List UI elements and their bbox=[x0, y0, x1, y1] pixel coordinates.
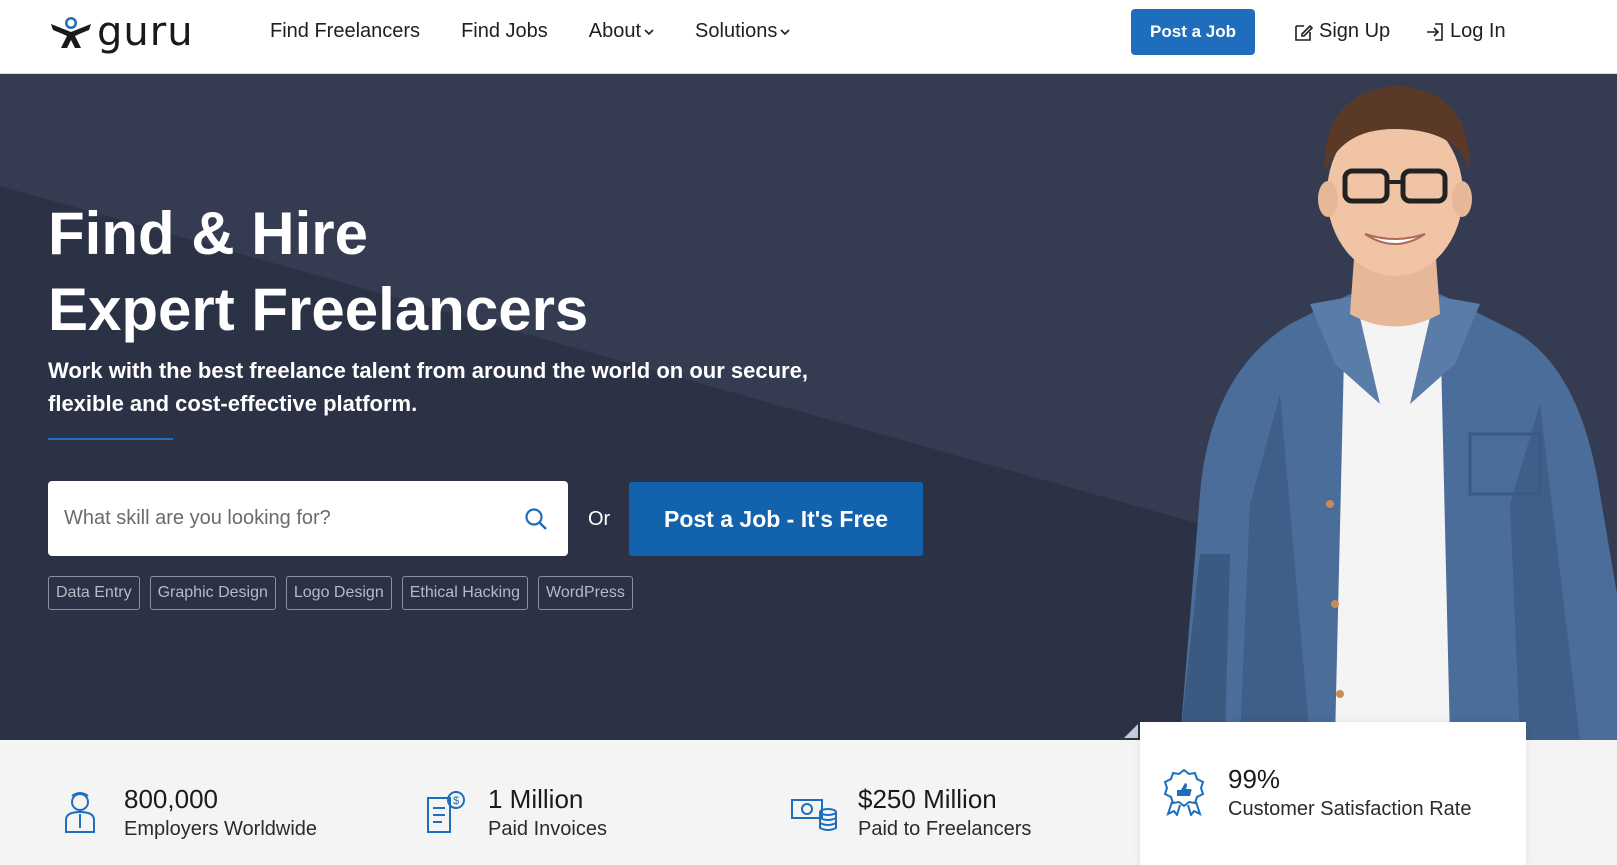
skill-search-input[interactable] bbox=[48, 488, 488, 549]
stat-satisfaction: 99% Customer Satisfaction Rate bbox=[1160, 764, 1471, 821]
log-in-link[interactable]: Log In bbox=[1424, 20, 1506, 43]
tag-data-entry[interactable]: Data Entry bbox=[48, 576, 140, 610]
stat-value: 99% bbox=[1228, 764, 1281, 794]
main-nav: Find Freelancers Find Jobs About Solutio… bbox=[270, 20, 831, 43]
sign-up-label: Sign Up bbox=[1319, 20, 1391, 42]
sign-up-link[interactable]: Sign Up bbox=[1293, 20, 1390, 43]
svg-text:$: $ bbox=[453, 795, 459, 807]
invoice-icon: $ bbox=[427, 791, 465, 833]
nav-solutions[interactable]: Solutions bbox=[695, 20, 790, 43]
stat-label: Paid to Freelancers bbox=[858, 818, 1032, 840]
satisfaction-card: 99% Customer Satisfaction Rate bbox=[1140, 722, 1526, 865]
stat-value: 1 Million bbox=[488, 784, 584, 814]
stat-label: Customer Satisfaction Rate bbox=[1228, 798, 1472, 820]
stat-invoices: $ 1 Million Paid Invoices bbox=[420, 784, 607, 841]
stat-label: Employers Worldwide bbox=[124, 818, 318, 840]
nav-find-freelancers[interactable]: Find Freelancers bbox=[270, 20, 420, 43]
nav-label: Find Freelancers bbox=[270, 20, 421, 42]
hero-title: Find & Hire Expert Freelancers bbox=[48, 196, 588, 348]
stat-label: Paid Invoices bbox=[488, 818, 607, 840]
guru-logo-icon bbox=[51, 17, 91, 48]
smiling-man-photo bbox=[1180, 86, 1617, 740]
search-icon[interactable] bbox=[524, 507, 548, 531]
hero-section: Find & Hire Expert Freelancers Work with… bbox=[0, 74, 1617, 740]
nav-label: About bbox=[588, 20, 642, 42]
tag-logo-design[interactable]: Logo Design bbox=[285, 576, 392, 610]
login-icon bbox=[1427, 22, 1443, 41]
post-job-button[interactable]: Post a Job bbox=[1131, 9, 1255, 55]
popular-skill-tags: Data Entry Graphic Design Logo Design Et… bbox=[48, 576, 643, 610]
employer-icon bbox=[65, 792, 95, 833]
hero-title-line-1: Find & Hire bbox=[48, 200, 369, 267]
logo-text: guru bbox=[97, 9, 194, 55]
nav-label: Find Jobs bbox=[461, 20, 548, 42]
skill-search-box bbox=[48, 481, 568, 556]
guru-logo[interactable]: guru bbox=[47, 12, 194, 52]
stat-paid: $250 Million Paid to Freelancers bbox=[790, 784, 1031, 841]
stat-employers: 800,000 Employers Worldwide bbox=[56, 784, 317, 841]
nav-about[interactable]: About bbox=[589, 20, 654, 43]
stat-value: 800,000 bbox=[124, 784, 218, 814]
accent-divider bbox=[48, 438, 173, 440]
tag-graphic-design[interactable]: Graphic Design bbox=[149, 576, 276, 610]
log-in-label: Log In bbox=[1450, 20, 1506, 42]
post-job-free-button[interactable]: Post a Job - It's Free bbox=[629, 482, 923, 556]
money-icon bbox=[791, 799, 837, 831]
nav-find-jobs[interactable]: Find Jobs bbox=[461, 20, 548, 43]
chevron-down-icon bbox=[780, 28, 790, 35]
award-icon bbox=[1163, 768, 1205, 816]
stat-value: $250 Million bbox=[858, 784, 997, 814]
card-notch bbox=[1124, 724, 1138, 738]
tag-wordpress[interactable]: WordPress bbox=[538, 576, 633, 610]
tag-ethical-hacking[interactable]: Ethical Hacking bbox=[401, 576, 528, 610]
site-header: guru Find Freelancers Find Jobs About So… bbox=[0, 0, 1617, 74]
chevron-down-icon bbox=[644, 28, 654, 35]
hero-subtitle: Work with the best freelance talent from… bbox=[48, 358, 808, 416]
edit-icon bbox=[1295, 24, 1314, 41]
nav-label: Solutions bbox=[695, 20, 778, 42]
or-label: Or bbox=[588, 508, 611, 530]
hero-title-line-2: Expert Freelancers bbox=[48, 276, 589, 343]
